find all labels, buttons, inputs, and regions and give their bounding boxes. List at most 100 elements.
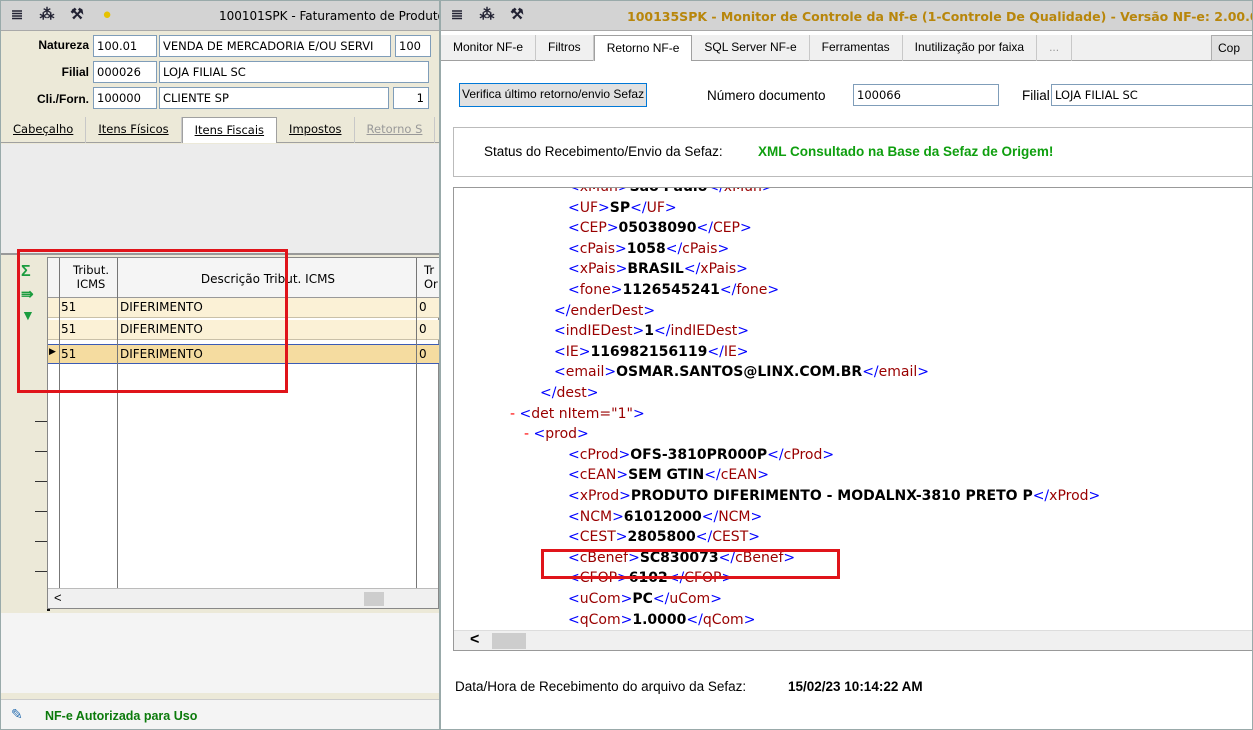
tab-inutilizacao[interactable]: Inutilização por faixa <box>903 35 1038 61</box>
scroll-thumb[interactable] <box>364 592 384 606</box>
xml-br: </ <box>665 240 683 257</box>
xml-tag: fone <box>579 282 611 298</box>
xml-br: > <box>740 220 752 237</box>
xml-br: </ <box>540 385 557 401</box>
xml-br: > <box>610 282 623 298</box>
xml-tag: NCM <box>718 508 751 525</box>
grid-hscrollbar[interactable]: < <box>48 588 438 608</box>
natureza-desc-field[interactable]: VENDA DE MERCADORIA E/OU SERVI <box>159 35 391 57</box>
natureza-number-field[interactable]: 100 <box>395 35 431 57</box>
xml-tag: NCM <box>579 508 613 525</box>
filial-code-field[interactable]: 000026 <box>93 61 157 83</box>
cliforn-desc-field[interactable]: CLIENTE SP <box>159 87 389 109</box>
tab-cabecalho[interactable]: Cabeçalho <box>1 117 87 143</box>
xml-val: SP <box>609 199 631 216</box>
xml-br: > <box>748 529 760 546</box>
xml-br: > <box>586 385 599 401</box>
verify-sefaz-button[interactable]: Verifica último retorno/envio Sefaz <box>459 83 648 107</box>
grid-gutter-ticks <box>1 381 47 601</box>
blank-panel <box>1 144 439 254</box>
xml-tag: xPais <box>700 261 737 278</box>
xml-br: > <box>736 261 748 278</box>
xml-br: > <box>615 240 627 257</box>
xml-br: < <box>568 282 580 298</box>
natureza-code-field[interactable]: 100.01 <box>93 35 157 57</box>
status-value: XML Consultado na Base da Sefaz de Orige… <box>758 144 1054 159</box>
xml-br: > <box>737 323 750 340</box>
wrench-icon[interactable]: ⚒ <box>509 7 525 23</box>
xml-hscrollbar[interactable]: < <box>454 630 1252 650</box>
col-tr-or[interactable]: Tr Or <box>424 263 439 291</box>
xml-line: <CEP>05038090</CEP> <box>568 220 752 236</box>
xml-br: < <box>568 240 580 257</box>
tab-filtros[interactable]: Filtros <box>536 35 594 61</box>
xml-br: > <box>604 364 617 381</box>
lightbulb-icon[interactable]: ● <box>99 7 115 23</box>
xml-tag: uCom <box>669 591 711 607</box>
tab-impostos[interactable]: Impostos <box>277 117 355 143</box>
status-text: NF-e Autorizada para Uso <box>45 709 198 723</box>
xml-line: <cPais>1058</cPais> <box>568 241 729 257</box>
cop-button[interactable]: Cop <box>1211 35 1252 61</box>
xml-tag: cEAN <box>720 467 758 484</box>
xml-tag: xProd <box>1049 488 1089 504</box>
scroll-left-arrow[interactable]: < <box>470 631 479 649</box>
xml-line: <email>OSMAR.SANTOS@LINX.COM.BR</email> <box>554 364 929 380</box>
xml-br: </ <box>862 364 879 381</box>
traffic-light-icon[interactable]: ⁂ <box>39 7 55 23</box>
numero-documento-field[interactable]: 100066 <box>853 84 999 106</box>
xml-val: 2805800 <box>627 529 696 546</box>
xml-tag: email <box>565 364 605 381</box>
xml-br: > <box>757 467 770 484</box>
xml-br: > <box>664 199 677 216</box>
status-label: Status do Recebimento/Envio da Sefaz: <box>484 144 723 159</box>
filial-field[interactable]: LOJA FILIAL SC <box>1051 84 1252 106</box>
xml-br: > <box>767 282 780 298</box>
filial-desc-field[interactable]: LOJA FILIAL SC <box>159 61 429 83</box>
menu-icon[interactable]: ≣ <box>9 7 25 23</box>
scroll-thumb[interactable] <box>492 633 526 649</box>
wrench-icon[interactable]: ⚒ <box>69 7 85 23</box>
tab-monitor-nfe[interactable]: Monitor NF-e <box>441 35 537 61</box>
tab-retorno-nfe[interactable]: Retorno NF-e <box>593 35 693 61</box>
xml-br: </ <box>704 467 721 484</box>
xml-br: </ <box>719 282 737 298</box>
xml-val: São Paulo <box>629 187 708 195</box>
xml-line: </dest> <box>540 385 598 401</box>
xml-br: < <box>533 426 546 443</box>
tab-itens-fisicos[interactable]: Itens Físicos <box>86 117 182 143</box>
traffic-light-icon[interactable]: ⁂ <box>479 7 495 23</box>
xml-viewer[interactable]: <vUnCom>60.5000000000</vUnCom><qCom>1.00… <box>453 187 1252 651</box>
highlight-box-cbenef <box>541 549 840 579</box>
menu-icon[interactable]: ≣ <box>449 7 465 23</box>
cliforn-number-field[interactable]: 1 <box>393 87 429 109</box>
xml-line: <NCM>61012000</NCM> <box>568 509 762 525</box>
xml-line: <IE>116982156119</IE> <box>554 344 749 360</box>
tab-sql-server[interactable]: SQL Server NF-e <box>692 35 810 61</box>
xml-tag: dest <box>556 385 587 401</box>
cliforn-code-field[interactable]: 100000 <box>93 87 157 109</box>
xml-collapse-toggle[interactable]: - <box>524 426 534 442</box>
xml-val: 05038090 <box>618 220 697 237</box>
xml-tag: cPais <box>682 240 718 257</box>
xml-br: > <box>577 426 589 443</box>
xml-br: > <box>620 611 633 628</box>
xml-br: </ <box>654 323 671 340</box>
xml-tag: det nItem="1" <box>531 405 633 422</box>
xml-br: < <box>568 187 580 195</box>
xml-tag: xProd <box>579 488 620 504</box>
xml-line: <cProd>OFS-3810PR000P</cProd> <box>568 447 834 463</box>
xml-collapse-toggle[interactable]: - <box>510 406 520 422</box>
right-tab-strip: Monitor NF-e Filtros Retorno NF-e SQL Se… <box>441 35 1252 61</box>
scroll-left-arrow[interactable]: < <box>54 590 62 605</box>
tab-more[interactable]: ... <box>1037 35 1073 61</box>
tab-retorno[interactable]: Retorno S <box>355 117 436 143</box>
xml-line: <uCom>PC</uCom> <box>568 591 722 607</box>
xml-val: OFS-3810PR000P <box>630 446 768 463</box>
xml-br: > <box>620 591 633 607</box>
xml-br: > <box>632 405 645 422</box>
tab-ferramentas[interactable]: Ferramentas <box>810 35 903 61</box>
xml-br: > <box>617 187 630 195</box>
tab-itens-fiscais[interactable]: Itens Fiscais <box>181 117 278 143</box>
cliforn-label: Cli./Forn. <box>37 92 89 106</box>
